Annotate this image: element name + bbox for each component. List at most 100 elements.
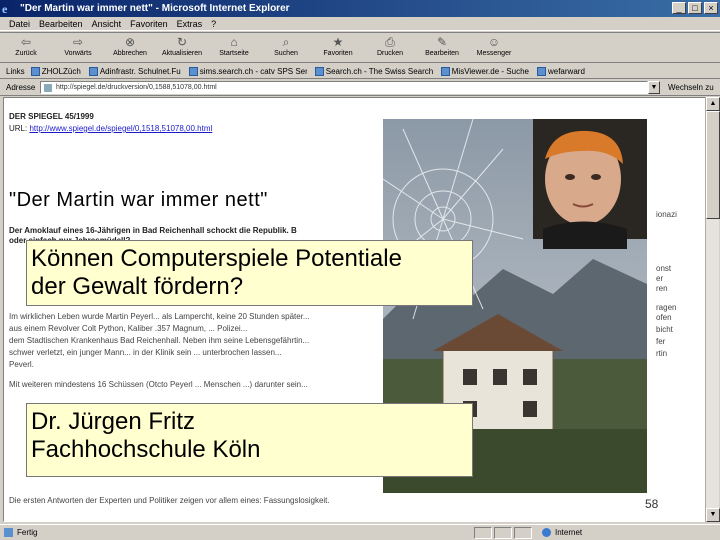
menu-file[interactable]: Datei [9,19,30,29]
link-page-icon [314,66,324,76]
link-text: MisViewer.de - Suche [451,66,529,76]
scroll-thumb[interactable] [706,111,720,219]
title-bar: e "Der Martin war immer nett" - Microsof… [0,0,720,17]
menu-help[interactable]: ? [211,19,216,29]
right-fragment: ofen [656,313,672,322]
favorites-label: Favoriten [323,50,353,57]
link-text: wefarward [547,66,585,76]
link-item[interactable]: Adinfrastr. Schulnet.Fu [88,66,181,76]
menu-view[interactable]: Ansicht [92,19,122,29]
status-panel [494,526,512,539]
author-textbox: Dr. Jürgen Fritz Fachhochschule Köln [26,403,473,477]
magazine-title: DER SPIEGEL 45/1999 [9,112,94,121]
address-value: http://spiegel.de/druckversion/0,1588,51… [56,84,217,91]
link-text: Adinfrastr. Schulnet.Fu [99,66,181,76]
scroll-down-button[interactable]: ▼ [706,508,720,522]
right-fragment: bicht [656,325,673,334]
article-headline: "Der Martin war immer nett" [9,189,268,211]
minimize-button[interactable]: _ [672,2,686,14]
toolbar: ⇦ Zurück ⇨ Vorwärts ⊗ Abbrechen ↻ Aktual… [0,32,720,63]
home-button[interactable]: ⌂ Startseite [208,33,260,57]
link-text: ZHOLZüch [41,66,81,76]
address-label: Adresse [6,83,36,92]
question-line-2: der Gewalt fördern? [31,273,244,300]
address-input[interactable]: http://spiegel.de/druckversion/0,1588,51… [40,81,648,94]
ie-logo-icon: e [2,1,8,16]
address-dropdown-button[interactable]: ▼ [648,81,660,94]
window-controls: _ □ × [672,2,718,14]
status-bar: Fertig Internet [0,524,720,540]
right-fragment: ren [656,284,668,293]
messenger-button[interactable]: ☺ Messenger [468,33,520,57]
right-fragment: fer [656,337,666,346]
stop-label: Abbrechen [113,50,147,57]
link-page-icon [440,66,450,76]
right-fragment: ionazi [656,210,677,219]
links-bar: Links ZHOLZüch Adinfrastr. Schulnet.Fu s… [0,64,720,79]
browser-window: e "Der Martin war immer nett" - Microsof… [0,0,720,540]
link-item[interactable]: ZHOLZüch [30,66,81,76]
status-panel [514,526,532,539]
link-page-icon [536,66,546,76]
stop-icon: ⊗ [124,35,136,49]
print-icon: ⎙ [385,35,395,49]
forward-label: Vorwärts [64,50,92,57]
right-fragment: ragen [656,303,677,312]
page-icon [44,83,52,92]
menu-favorites[interactable]: Favoriten [130,19,168,29]
menu-bar: Datei Bearbeiten Ansicht Favoriten Extra… [0,17,720,31]
zone-text: Internet [555,528,583,537]
search-label: Suchen [274,50,298,57]
right-fragment: er [656,274,664,283]
vertical-scrollbar[interactable]: ▲ ▼ [705,97,720,522]
link-page-icon [30,66,40,76]
window-title: "Der Martin war immer nett" - Microsoft … [20,3,290,14]
link-item[interactable]: Search.ch - The Swiss Search Engine [314,66,433,76]
links-label: Links [6,66,25,76]
back-arrow-icon: ⇦ [20,35,32,49]
messenger-label: Messenger [476,50,512,57]
home-icon: ⌂ [230,35,238,49]
link-item[interactable]: sims.search.ch - catv SPS Service [188,66,307,76]
forward-button[interactable]: ⇨ Vorwärts [52,33,104,57]
author-affiliation: Fachhochschule Köln [31,436,261,463]
address-bar: Adresse http://spiegel.de/druckversion/0… [0,80,720,96]
menu-tools[interactable]: Extras [177,19,203,29]
link-text: Search.ch - The Swiss Search Engine [325,66,433,76]
back-button[interactable]: ⇦ Zurück [0,33,52,57]
globe-icon [542,528,551,537]
author-name: Dr. Jürgen Fritz [31,408,196,435]
print-label: Drucken [376,50,404,57]
status-panel [474,526,492,539]
favorites-button[interactable]: ★ Favoriten [312,33,364,57]
print-button[interactable]: ⎙ Drucken [364,33,416,57]
menu-edit[interactable]: Bearbeiten [39,19,83,29]
slide-page-number: 58 [645,497,659,511]
url-label: URL: [9,124,28,133]
home-label: Startseite [219,50,249,57]
search-button[interactable]: ⌕ Suchen [260,33,312,57]
search-icon: ⌕ [282,35,290,49]
body-line-3: dem Stadtischen Krankenhaus Bad Reichenh… [9,336,310,345]
go-button[interactable]: Wechseln zu [668,83,714,92]
article-url-link[interactable]: http://www.spiegel.de/spiegel/0,1518,510… [29,124,212,133]
status-zone: Internet [542,528,582,537]
lead-line-1: Der Amoklauf eines 16-Jährigen in Bad Re… [9,226,297,235]
stop-button[interactable]: ⊗ Abbrechen [104,33,156,57]
forward-arrow-icon: ⇨ [72,35,84,49]
scroll-up-button[interactable]: ▲ [706,97,720,111]
maximize-button[interactable]: □ [688,2,702,14]
body-line-7: Die ersten Antworten der Experten und Po… [9,496,330,505]
body-line-1: Im wirklichen Leben wurde Martin Peyerl.… [9,312,310,321]
back-label: Zurück [15,50,37,57]
refresh-label: Aktualisieren [161,50,203,57]
link-item[interactable]: MisViewer.de - Suche [440,66,529,76]
body-line-6: Mit weiteren mindestens 16 Schüssen (Otc… [9,380,308,389]
edit-button[interactable]: ✎ Bearbeiten [416,33,468,57]
link-item[interactable]: wefarward [536,66,585,76]
page-done-icon [4,528,13,537]
close-button[interactable]: × [704,2,718,14]
refresh-button[interactable]: ↻ Aktualisieren [156,33,208,57]
status-text: Fertig [17,528,38,537]
edit-icon: ✎ [436,35,448,49]
